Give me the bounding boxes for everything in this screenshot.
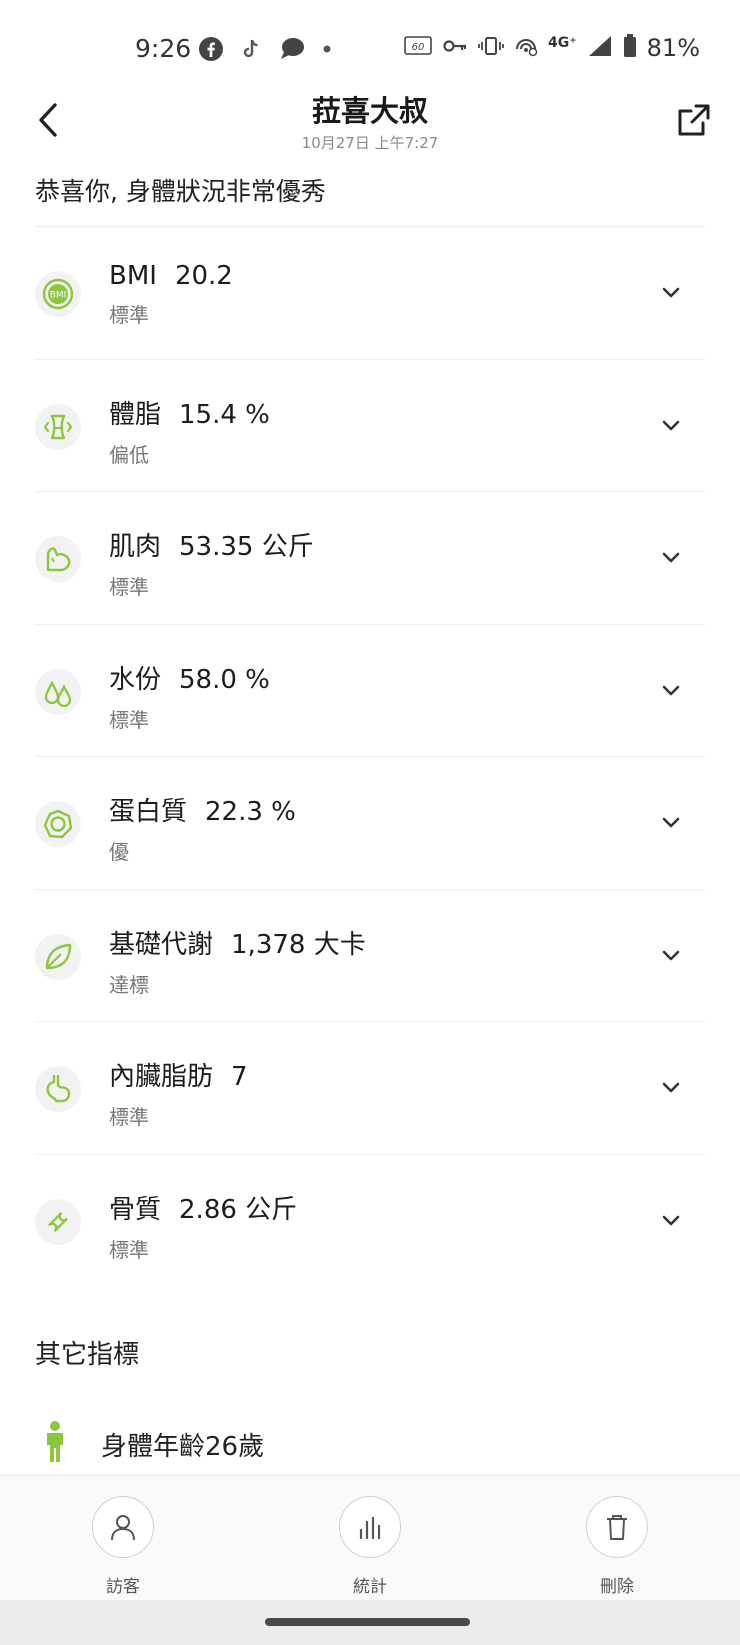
share-button[interactable] bbox=[674, 100, 714, 140]
stats-label: 統計 bbox=[353, 1577, 387, 1597]
body-fat-icon bbox=[35, 403, 81, 450]
svg-text:60: 60 bbox=[412, 42, 425, 53]
metric-status: 標準 bbox=[109, 1105, 149, 1129]
metric-name: 內臟脂肪 bbox=[109, 1062, 214, 1092]
status-time: 9:26 bbox=[135, 34, 192, 63]
metric-status: 標準 bbox=[109, 575, 149, 599]
header: 菈喜大叔 10月27日 上午7:27 bbox=[0, 80, 740, 160]
metric-value: 53.35 公斤 bbox=[179, 532, 314, 562]
metric-row-bone[interactable]: 骨質 2.86 公斤 標準 bbox=[35, 1155, 705, 1288]
muscle-icon bbox=[35, 536, 81, 582]
person-outline-icon bbox=[111, 1515, 135, 1541]
metric-status: 優 bbox=[109, 840, 129, 864]
metric-name: 體脂 bbox=[109, 399, 162, 430]
metric-name: 肌肉 bbox=[109, 532, 162, 562]
metric-row-body-fat[interactable]: 體脂 15.4 % 偏低 bbox=[35, 360, 705, 492]
hotspot-icon bbox=[514, 35, 538, 61]
network-type: 4G⁺ bbox=[548, 35, 577, 51]
chat-bubble-icon bbox=[278, 36, 306, 66]
metric-row-muscle[interactable]: 肌肉 53.35 公斤 標準 bbox=[35, 492, 705, 625]
chevron-down-icon[interactable] bbox=[659, 281, 683, 305]
metric-name: 骨質 bbox=[109, 1194, 162, 1225]
metric-value: 22.3 % bbox=[205, 797, 296, 827]
visceral-fat-icon bbox=[35, 1066, 81, 1112]
visitor-button[interactable]: 訪客 bbox=[63, 1496, 183, 1597]
metric-value: 15.4 % bbox=[179, 399, 270, 430]
metric-row-water[interactable]: 水份 58.0 % 標準 bbox=[35, 625, 705, 757]
home-indicator[interactable] bbox=[265, 1618, 470, 1626]
metric-value: 20.2 bbox=[174, 261, 233, 291]
record-timestamp: 10月27日 上午7:27 bbox=[301, 134, 439, 152]
metric-status: 標準 bbox=[109, 1237, 149, 1262]
vibrate-icon bbox=[478, 35, 504, 61]
metric-status: 達標 bbox=[109, 972, 149, 997]
metric-name: 基礎代謝 bbox=[109, 929, 214, 960]
navigation-bar bbox=[0, 1600, 740, 1645]
system-icons: 60 4G⁺ 81% bbox=[404, 34, 700, 62]
metric-row-bmr[interactable]: 基礎代謝 1,378 大卡 達標 bbox=[35, 890, 705, 1022]
stats-button[interactable]: 統計 bbox=[310, 1496, 430, 1597]
chevron-down-icon[interactable] bbox=[659, 1209, 683, 1233]
visitor-label: 訪客 bbox=[106, 1577, 140, 1597]
chevron-down-icon[interactable] bbox=[659, 679, 683, 703]
delete-button[interactable]: 刪除 bbox=[557, 1496, 677, 1597]
metric-status: 偏低 bbox=[109, 442, 149, 467]
page-title: 菈喜大叔 bbox=[311, 94, 428, 128]
protein-icon bbox=[35, 801, 81, 847]
metric-value: 1,378 大卡 bbox=[231, 929, 366, 960]
battery-percent: 81% bbox=[646, 34, 700, 62]
tiktok-icon bbox=[238, 36, 264, 66]
vpn-key-icon bbox=[442, 35, 468, 61]
metric-name: BMI bbox=[109, 261, 157, 291]
chevron-down-icon[interactable] bbox=[659, 414, 683, 438]
more-dot-icon bbox=[320, 36, 334, 66]
metric-row-bmi[interactable]: BMI BMI 20.2 標準 bbox=[35, 227, 705, 360]
delete-label: 刪除 bbox=[600, 1577, 634, 1597]
notification-icons bbox=[198, 36, 334, 66]
external-share-icon bbox=[678, 104, 710, 136]
metric-value: 7 bbox=[231, 1062, 248, 1092]
metric-value: 2.86 公斤 bbox=[179, 1194, 298, 1225]
chevron-down-icon[interactable] bbox=[659, 811, 683, 835]
metric-row-protein[interactable]: 蛋白質 22.3 % 優 bbox=[35, 757, 705, 890]
metric-status: 標準 bbox=[109, 707, 149, 732]
person-icon bbox=[35, 1420, 75, 1468]
chevron-down-icon[interactable] bbox=[659, 546, 683, 570]
bottom-action-bar: 訪客 統計 刪除 bbox=[0, 1475, 740, 1600]
metric-status: 標準 bbox=[109, 303, 149, 327]
bone-icon bbox=[35, 1198, 81, 1245]
bmi-icon: BMI bbox=[35, 271, 81, 317]
leaf-icon bbox=[35, 933, 81, 980]
water-drops-icon bbox=[35, 668, 81, 715]
body-age-text: 身體年齡26歲 bbox=[101, 1431, 265, 1462]
svg-text:BMI: BMI bbox=[50, 291, 67, 301]
other-indicators-title: 其它指標 bbox=[35, 1340, 140, 1370]
metric-value: 58.0 % bbox=[179, 664, 270, 695]
metric-row-visceral-fat[interactable]: 內臟脂肪 7 標準 bbox=[35, 1022, 705, 1155]
metric-name: 蛋白質 bbox=[109, 797, 188, 827]
facebook-icon bbox=[198, 36, 224, 66]
battery-icon bbox=[623, 34, 637, 62]
metric-name: 水份 bbox=[109, 664, 162, 695]
body-age-row: 身體年齡26歲 bbox=[35, 1420, 264, 1468]
chevron-down-icon[interactable] bbox=[659, 944, 683, 968]
trash-icon bbox=[607, 1515, 627, 1540]
bar-chart-icon bbox=[359, 1516, 381, 1540]
summary-text: 恭喜你, 身體狀況非常優秀 bbox=[35, 177, 326, 206]
chevron-down-icon[interactable] bbox=[659, 1076, 683, 1100]
metric-list: BMI BMI 20.2 標準 體脂 15.4 % 偏低 肌肉 53.35 公斤 標準 bbox=[0, 227, 740, 1287]
refresh-rate-icon: 60 bbox=[404, 35, 432, 61]
signal-icon bbox=[587, 34, 613, 62]
